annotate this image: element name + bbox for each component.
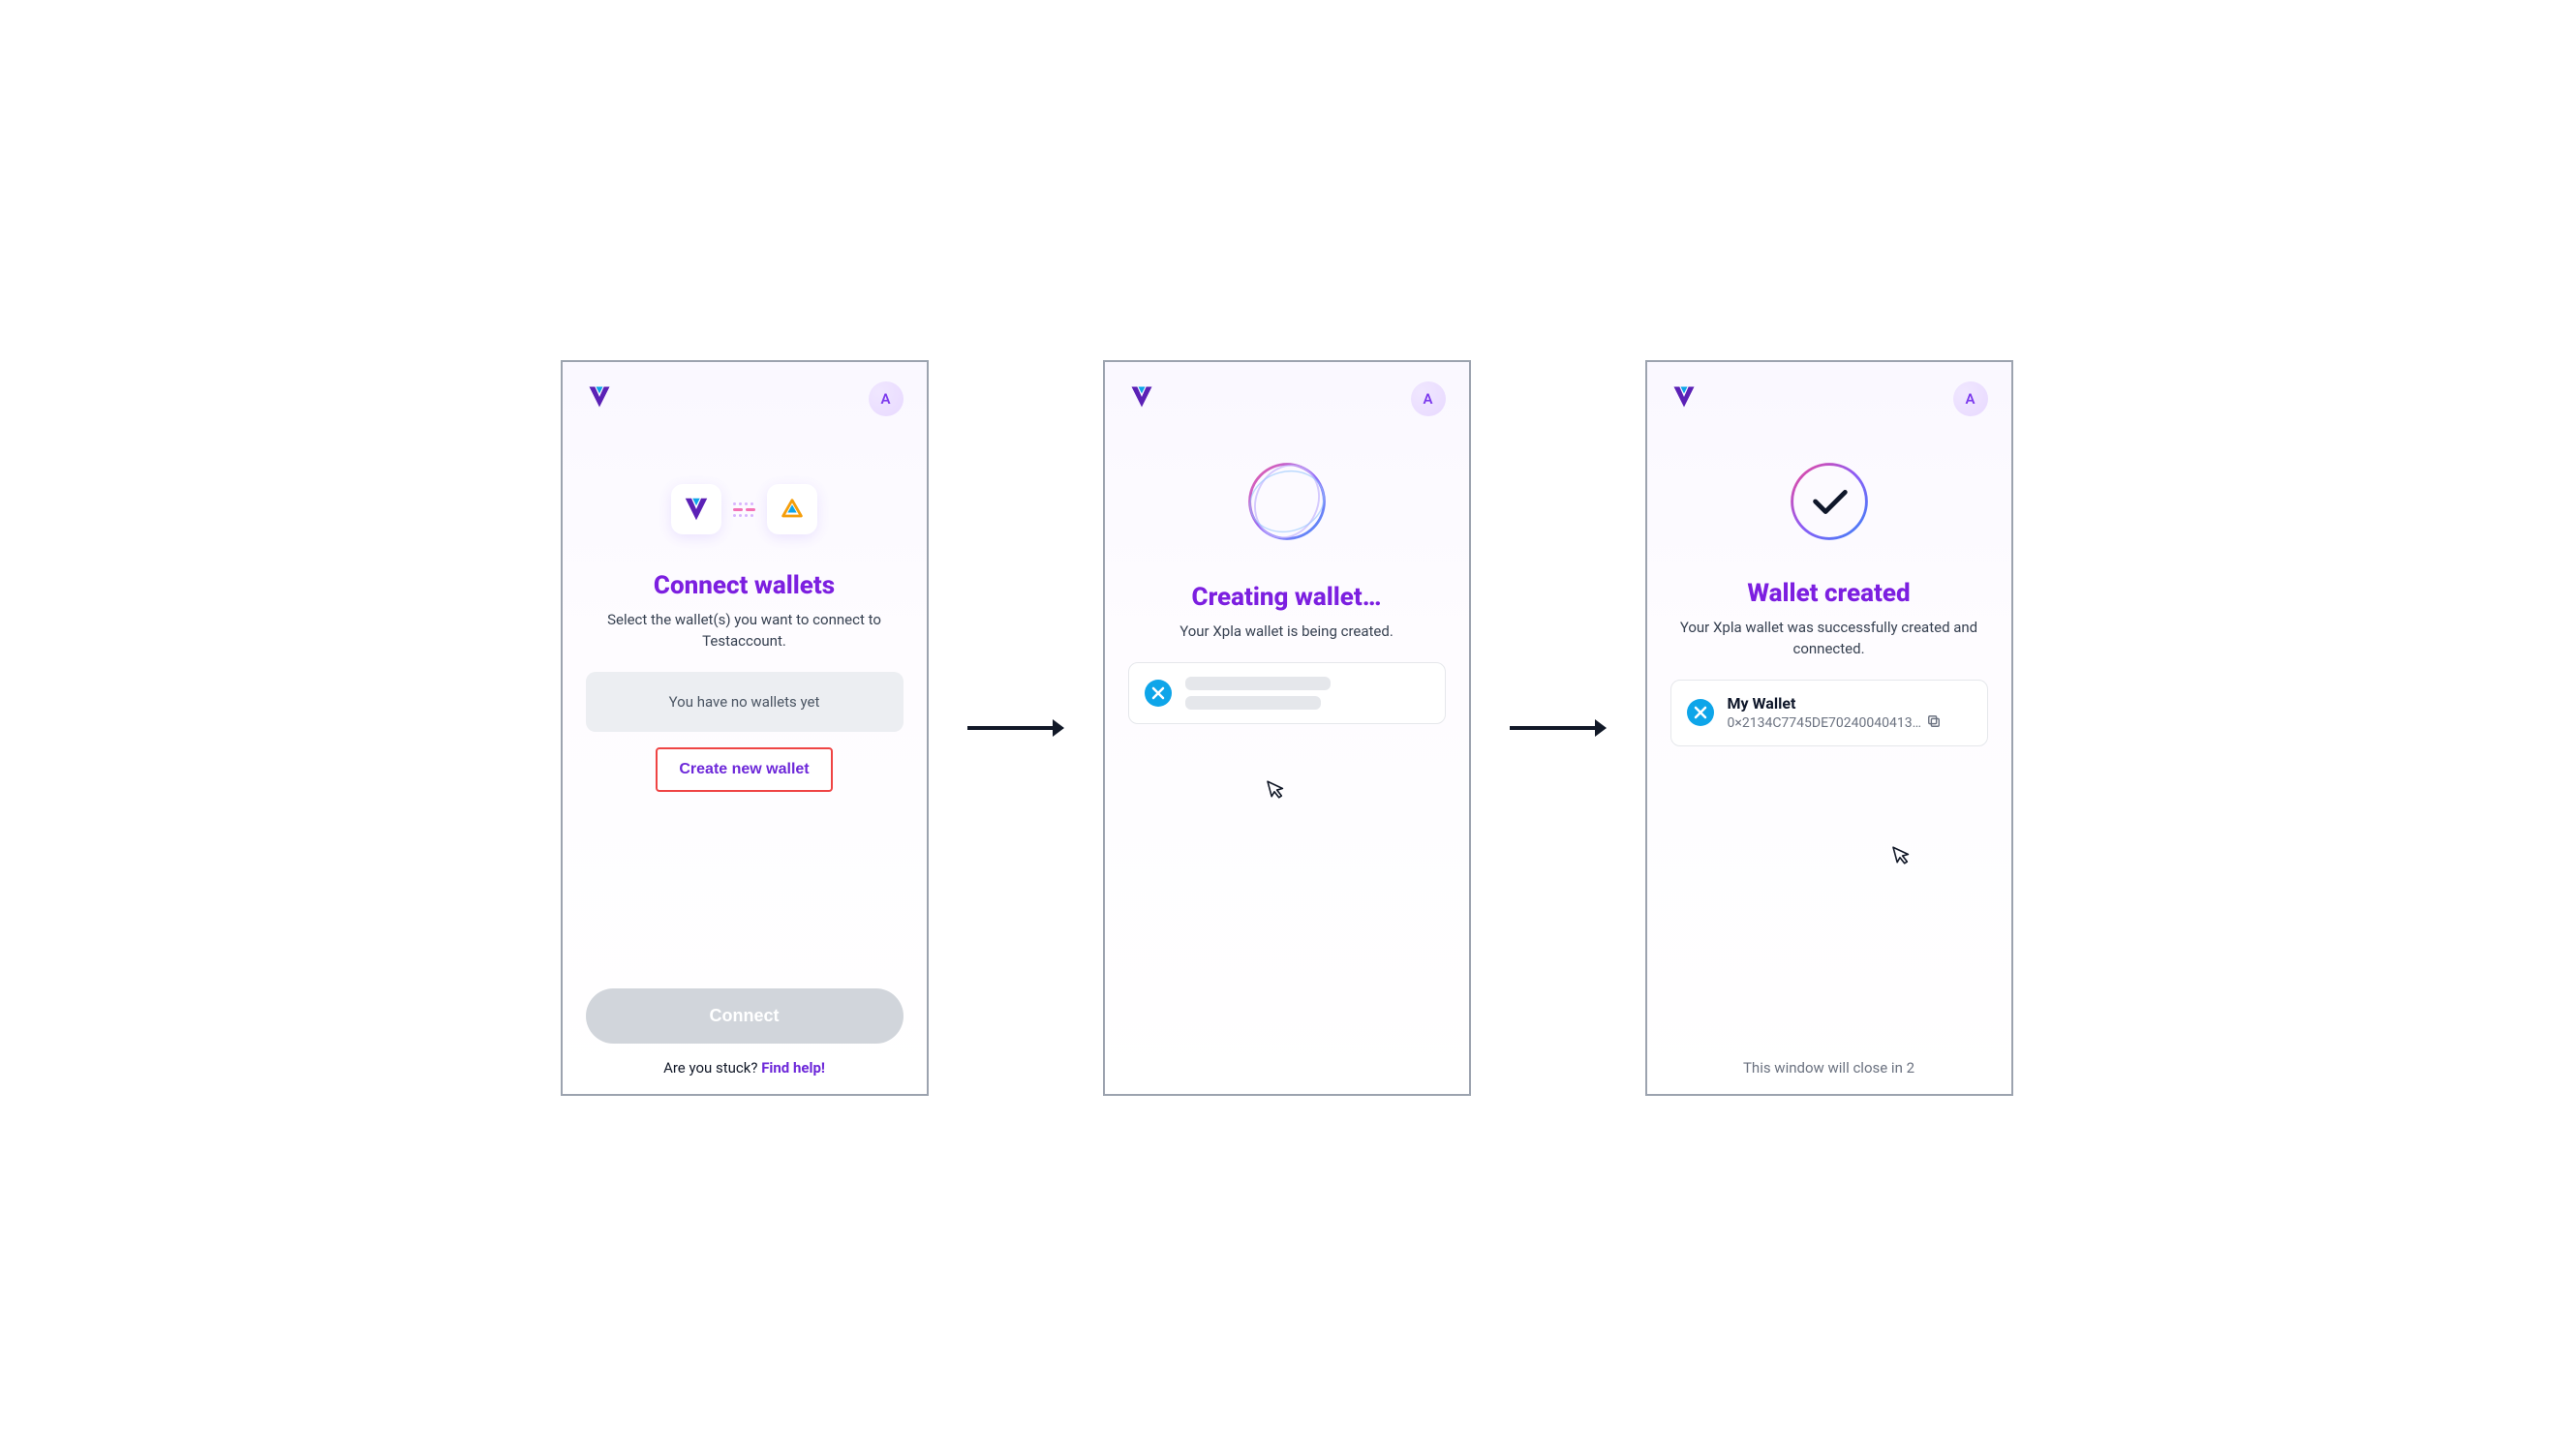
xpla-coin-icon [1145,680,1172,707]
stuck-text: Are you stuck? [663,1059,761,1077]
wallet-address: 0×2134C7745DE70240040413… [1728,715,1921,731]
panel-creating-wallet: A Creating wallet… Your Xpla wallet is b… [1103,360,1471,1096]
closing-notice: This window will close in 2 [1743,1059,1914,1077]
panel-footer: Connect Are you stuck? Find help! [586,988,904,1077]
avatar-letter: A [880,390,890,408]
copy-icon[interactable] [1927,714,1941,732]
panel-wallet-created: A Wallet created Your Xpla wallet was su… [1645,360,2013,1096]
page-title: Wallet created [1747,579,1910,608]
panel-connect-wallets: A Connect wallets Select the wallet(s) y… [561,360,929,1096]
skeleton-line [1185,677,1331,690]
avatar[interactable]: A [1953,381,1988,416]
wallet-name: My Wallet [1728,694,1972,713]
connection-dots-icon [733,502,755,517]
empty-wallets-notice: You have no wallets yet [586,672,904,732]
panel-header: A [586,381,904,416]
page-title: Connect wallets [654,571,835,600]
flow-arrow-icon [1510,713,1607,743]
panel-footer: This window will close in 2 [1670,1059,1988,1077]
wallet-tile [767,484,817,534]
wallet-card[interactable]: My Wallet 0×2134C7745DE70240040413… [1670,680,1988,746]
help-line: Are you stuck? Find help! [663,1059,825,1077]
panel-header: A [1128,381,1446,416]
wallet-skeleton-card [1128,662,1446,724]
page-subtitle: Select the wallet(s) you want to connect… [596,610,894,652]
brand-logo-icon [586,383,613,414]
brand-logo-icon [1128,383,1155,414]
cursor-icon [1266,776,1287,805]
connect-illustration [671,484,817,534]
cursor-icon [1891,842,1913,871]
connect-button[interactable]: Connect [586,988,904,1044]
avatar-letter: A [1423,390,1432,408]
brand-logo-icon [1670,383,1698,414]
page-subtitle: Your Xpla wallet was successfully create… [1680,618,1978,660]
panel-header: A [1670,381,1988,416]
avatar-letter: A [1965,390,1975,408]
page-subtitle: Your Xpla wallet is being created. [1179,622,1394,643]
flow-arrow-icon [967,713,1064,743]
xpla-coin-icon [1687,699,1714,726]
loading-spinner-icon [1241,455,1333,552]
find-help-link[interactable]: Find help! [761,1059,825,1077]
page-title: Creating wallet… [1192,583,1382,612]
brand-tile [671,484,721,534]
create-new-wallet-button[interactable]: Create new wallet [656,747,832,792]
avatar[interactable]: A [869,381,904,416]
avatar[interactable]: A [1411,381,1446,416]
skeleton-line [1185,696,1321,710]
success-check-icon [1783,455,1876,548]
